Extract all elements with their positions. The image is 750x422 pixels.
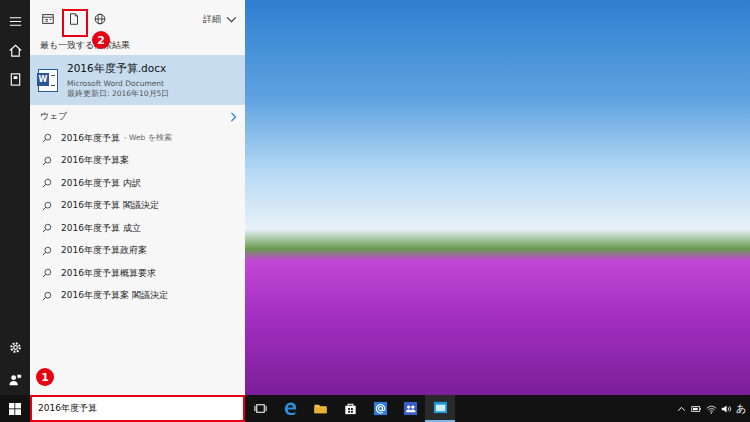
magnifier-icon <box>42 223 52 233</box>
details-menu[interactable]: 詳細 <box>203 13 237 26</box>
best-match-heading: 最も一致する検索結果 <box>30 38 245 55</box>
hamburger-icon[interactable] <box>8 14 23 29</box>
battery-icon[interactable] <box>691 404 702 414</box>
people-app-icon <box>403 401 418 416</box>
notebook-icon[interactable] <box>8 72 23 87</box>
edge-browser-icon <box>283 401 298 416</box>
result-type: Microsoft Word Document <box>67 79 169 88</box>
system-tray: あ <box>676 402 750 416</box>
people-button[interactable] <box>395 395 425 422</box>
annotation-frame <box>30 395 245 422</box>
web-suggestion[interactable]: 2016年度予算 成立 <box>30 217 245 240</box>
web-suggestion[interactable]: 2016年度予算 閣議決定 <box>30 195 245 218</box>
volume-icon[interactable] <box>721 404 732 414</box>
result-title: 2016年度予算.docx <box>67 62 169 76</box>
person-feedback-icon[interactable] <box>8 372 23 387</box>
web-suggestion[interactable]: 2016年度予算案 閣議決定 <box>30 285 245 308</box>
app-window-icon <box>433 400 448 415</box>
start-button[interactable] <box>0 395 30 422</box>
store-bag-icon <box>343 401 358 416</box>
chevron-right-icon <box>230 112 237 122</box>
search-panel: 詳細最も一致する検索結果 W 2016年度予算.docx Microsoft Word… <box>30 0 245 395</box>
app-window-button[interactable] <box>425 395 455 422</box>
file-explorer-button[interactable] <box>305 395 335 422</box>
task-view-button[interactable] <box>245 395 275 422</box>
folder-icon <box>313 401 328 416</box>
magnifier-icon <box>42 201 52 211</box>
task-view-icon <box>253 401 268 416</box>
mail-button[interactable] <box>365 395 395 422</box>
magnifier-icon <box>42 156 52 166</box>
magnifier-icon <box>42 133 52 143</box>
annotation-badge: 2 <box>92 31 110 49</box>
taskbar: 2016年度予算 あ <box>0 395 750 422</box>
web-suggestion[interactable]: 2016年度予算- Web を検索 <box>30 127 245 150</box>
wifi-icon[interactable] <box>706 404 717 414</box>
documents-filter[interactable] <box>61 5 87 33</box>
word-document-icon: W <box>38 69 58 92</box>
chevron-down-icon <box>226 16 237 23</box>
magnifier-icon <box>42 268 52 278</box>
store-button[interactable] <box>335 395 365 422</box>
result-modified: 最終更新日: 2016年10月5日 <box>67 89 169 99</box>
ime-indicator[interactable]: あ <box>736 402 746 416</box>
best-match-result[interactable]: W 2016年度予算.docx Microsoft Word Document最終更… <box>30 55 245 105</box>
globe-icon <box>93 12 107 26</box>
home-icon[interactable] <box>8 43 23 58</box>
search-box[interactable]: 2016年度予算 <box>30 395 245 422</box>
apps-icon <box>41 12 55 26</box>
web-suggestion[interactable]: 2016年度予算概算要求 <box>30 262 245 285</box>
windows-logo-icon <box>9 403 21 415</box>
filter-bar: 詳細 <box>30 0 245 38</box>
wallpaper-photo <box>245 0 750 395</box>
magnifier-icon <box>42 246 52 256</box>
chevron-up-icon[interactable] <box>676 404 687 414</box>
web-section-heading[interactable]: ウェブ <box>30 105 245 127</box>
at-mail-icon <box>373 401 388 416</box>
edge-button[interactable] <box>275 395 305 422</box>
gear-icon[interactable] <box>8 340 23 355</box>
document-icon <box>67 12 81 26</box>
web-suggestion[interactable]: 2016年度予算 内訳 <box>30 172 245 195</box>
magnifier-icon <box>42 291 52 301</box>
web-filter[interactable] <box>87 5 113 33</box>
start-sidebar <box>0 0 30 395</box>
web-suggestion[interactable]: 2016年度予算政府案 <box>30 240 245 263</box>
annotation-badge: 1 <box>36 368 54 386</box>
apps-filter[interactable] <box>35 5 61 33</box>
web-suggestion-list: 2016年度予算- Web を検索2016年度予算案2016年度予算 内訳201… <box>30 127 245 307</box>
annotation-frame <box>62 9 88 37</box>
web-suggestion[interactable]: 2016年度予算案 <box>30 150 245 173</box>
desktop-screen: 詳細最も一致する検索結果 W 2016年度予算.docx Microsoft Word… <box>0 0 750 422</box>
magnifier-icon <box>42 178 52 188</box>
